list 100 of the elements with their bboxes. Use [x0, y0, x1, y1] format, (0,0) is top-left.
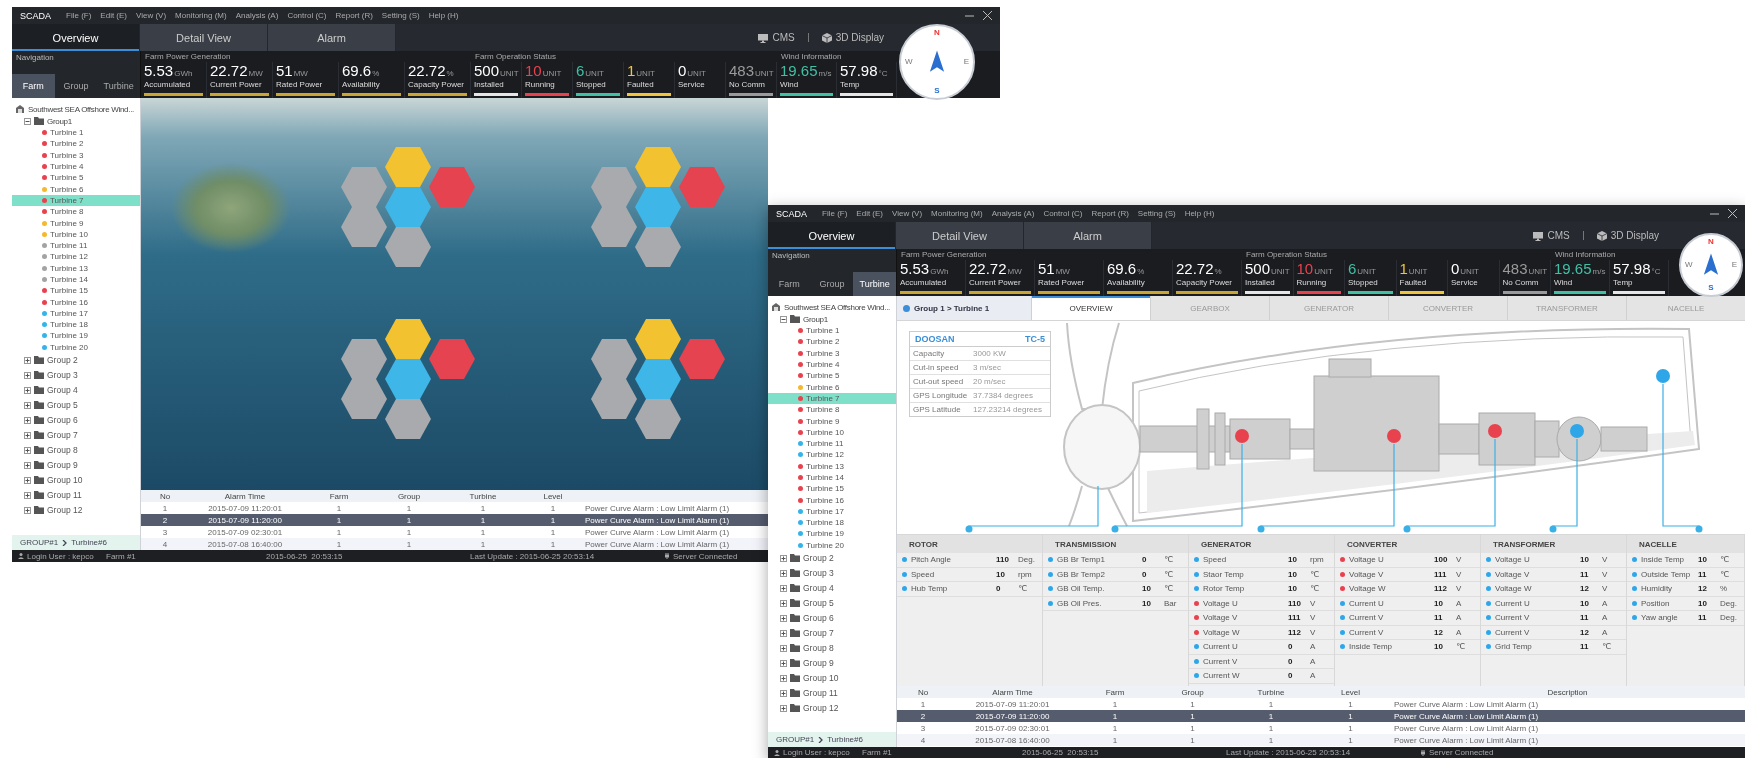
tree-item[interactable]: Group 8: [768, 640, 896, 656]
status-marker[interactable]: [1235, 429, 1249, 443]
tree-item[interactable]: Group1: [768, 313, 896, 325]
tree-item[interactable]: Turbine 2: [768, 336, 896, 348]
menu-item[interactable]: Monitoring (M): [931, 209, 983, 218]
menu-item[interactable]: Setting (S): [381, 11, 420, 20]
hex-tile[interactable]: [635, 187, 681, 227]
hex-tile[interactable]: [591, 207, 637, 247]
status-marker[interactable]: [1656, 369, 1670, 383]
tree-item[interactable]: Group 4: [12, 382, 140, 398]
tree-item[interactable]: Group1: [12, 115, 140, 127]
hex-tile[interactable]: [341, 167, 387, 207]
expand-icon[interactable]: [24, 356, 31, 364]
expand-icon[interactable]: [780, 599, 787, 607]
tree-item[interactable]: Group 10: [12, 472, 140, 488]
hex-tile[interactable]: [679, 339, 725, 379]
expand-icon[interactable]: [24, 401, 31, 409]
expand-icon[interactable]: [780, 659, 787, 667]
menu-item[interactable]: Report (R): [335, 11, 373, 20]
view-tab[interactable]: Detail View: [896, 222, 1024, 249]
hex-tile[interactable]: [385, 147, 431, 187]
navigation-tab[interactable]: Turbine: [97, 74, 140, 98]
expand-icon[interactable]: [780, 584, 787, 592]
tree-item[interactable]: Group 2: [768, 550, 896, 566]
tree-item[interactable]: Turbine 5: [12, 172, 140, 184]
expand-icon[interactable]: [24, 476, 31, 484]
hex-tile[interactable]: [385, 359, 431, 399]
expand-icon[interactable]: [24, 461, 31, 469]
hex-tile[interactable]: [341, 339, 387, 379]
tree-item[interactable]: Turbine 5: [768, 370, 896, 382]
hex-tile[interactable]: [341, 379, 387, 419]
menu-item[interactable]: File (F): [822, 209, 848, 218]
tree-item[interactable]: Group 10: [768, 670, 896, 686]
view-tab[interactable]: Overview: [12, 24, 140, 51]
tree-item[interactable]: Turbine 16: [768, 494, 896, 506]
tree-item[interactable]: Group 6: [768, 610, 896, 626]
tree-item[interactable]: Turbine 9: [768, 415, 896, 427]
breadcrumb-item[interactable]: GROUP#1: [776, 735, 815, 744]
tree-item[interactable]: Turbine 2: [12, 138, 140, 150]
tree-item[interactable]: Turbine 3: [768, 347, 896, 359]
menu-item[interactable]: Edit (E): [100, 11, 127, 20]
tree-item[interactable]: Turbine 16: [12, 296, 140, 308]
menu-item[interactable]: Report (R): [1091, 209, 1129, 218]
menu-item[interactable]: View (V): [136, 11, 167, 20]
view-tab[interactable]: Alarm: [1024, 222, 1152, 249]
toolbar-button[interactable]: CMS: [752, 31, 801, 44]
expand-icon[interactable]: [780, 614, 787, 622]
tree-item[interactable]: Turbine 7: [12, 194, 140, 207]
menu-item[interactable]: View (V): [892, 209, 923, 218]
tree-item[interactable]: Turbine 12: [12, 251, 140, 263]
tree-item[interactable]: Turbine 12: [768, 449, 896, 461]
tree-item[interactable]: Group 9: [768, 655, 896, 671]
tree-item[interactable]: Group 3: [12, 367, 140, 383]
hex-tile[interactable]: [635, 147, 681, 187]
tree-item[interactable]: Turbine 8: [12, 206, 140, 218]
tree-item[interactable]: Turbine 19: [768, 528, 896, 540]
tree-item[interactable]: Turbine 15: [12, 285, 140, 297]
breadcrumb-item[interactable]: Turbine#6: [827, 735, 863, 744]
hex-tile[interactable]: [635, 227, 681, 267]
menu-item[interactable]: Edit (E): [856, 209, 883, 218]
tree-item[interactable]: Turbine 6: [768, 381, 896, 393]
tree-item[interactable]: Group 4: [768, 580, 896, 596]
hex-tile[interactable]: [385, 227, 431, 267]
tree-item[interactable]: Group 12: [12, 502, 140, 518]
toolbar-button[interactable]: CMS: [1527, 229, 1576, 242]
tree-item[interactable]: Turbine 17: [12, 307, 140, 320]
status-marker[interactable]: [1387, 429, 1401, 443]
tree-item[interactable]: Turbine 20: [12, 341, 140, 353]
expand-icon[interactable]: [780, 554, 787, 562]
alarm-row[interactable]: 2 2015-07-09 11:20:00 1 1 1 1 Power Curve Alarm : Low Limit Alarm (1): [897, 710, 1745, 722]
tree-item[interactable]: Southwest SEA Offshore Wind...: [12, 103, 140, 115]
hex-tile[interactable]: [429, 167, 475, 207]
tree-item[interactable]: Southwest SEA Offshore Wind...: [768, 301, 896, 313]
expand-icon[interactable]: [780, 629, 787, 637]
hex-tile[interactable]: [341, 207, 387, 247]
navigation-tab[interactable]: Group: [54, 74, 98, 98]
menu-item[interactable]: Help (H): [1184, 209, 1215, 218]
menu-item[interactable]: Monitoring (M): [175, 11, 227, 20]
tree-item[interactable]: Group 7: [12, 427, 140, 443]
menu-item[interactable]: Analysis (A): [235, 11, 279, 20]
tree-item[interactable]: Turbine 3: [12, 149, 140, 161]
expand-icon[interactable]: [24, 371, 31, 379]
collapse-icon[interactable]: [780, 315, 787, 323]
hex-tile[interactable]: [591, 167, 637, 207]
close-icon[interactable]: [1728, 209, 1737, 218]
expand-icon[interactable]: [780, 569, 787, 577]
toolbar-button[interactable]: 3D Display: [815, 31, 890, 44]
tree-item[interactable]: Group 9: [12, 457, 140, 473]
alarm-row[interactable]: 4 2015-07-08 16:40:00 1 1 1 1 Power Curve Alarm : Low Limit Alarm (1): [141, 538, 768, 550]
menu-item[interactable]: Analysis (A): [991, 209, 1035, 218]
detail-tab[interactable]: OVERVIEW: [1031, 296, 1150, 320]
navigation-tab[interactable]: Farm: [12, 74, 55, 98]
view-tab[interactable]: Alarm: [268, 24, 396, 51]
tree-item[interactable]: Group 5: [12, 397, 140, 413]
tree-item[interactable]: Turbine 1: [12, 127, 140, 139]
expand-icon[interactable]: [24, 446, 31, 454]
hex-tile[interactable]: [635, 359, 681, 399]
tree-item[interactable]: Turbine 7: [768, 392, 896, 405]
tree-item[interactable]: Turbine 14: [12, 273, 140, 286]
tree-item[interactable]: Group 11: [768, 685, 896, 701]
